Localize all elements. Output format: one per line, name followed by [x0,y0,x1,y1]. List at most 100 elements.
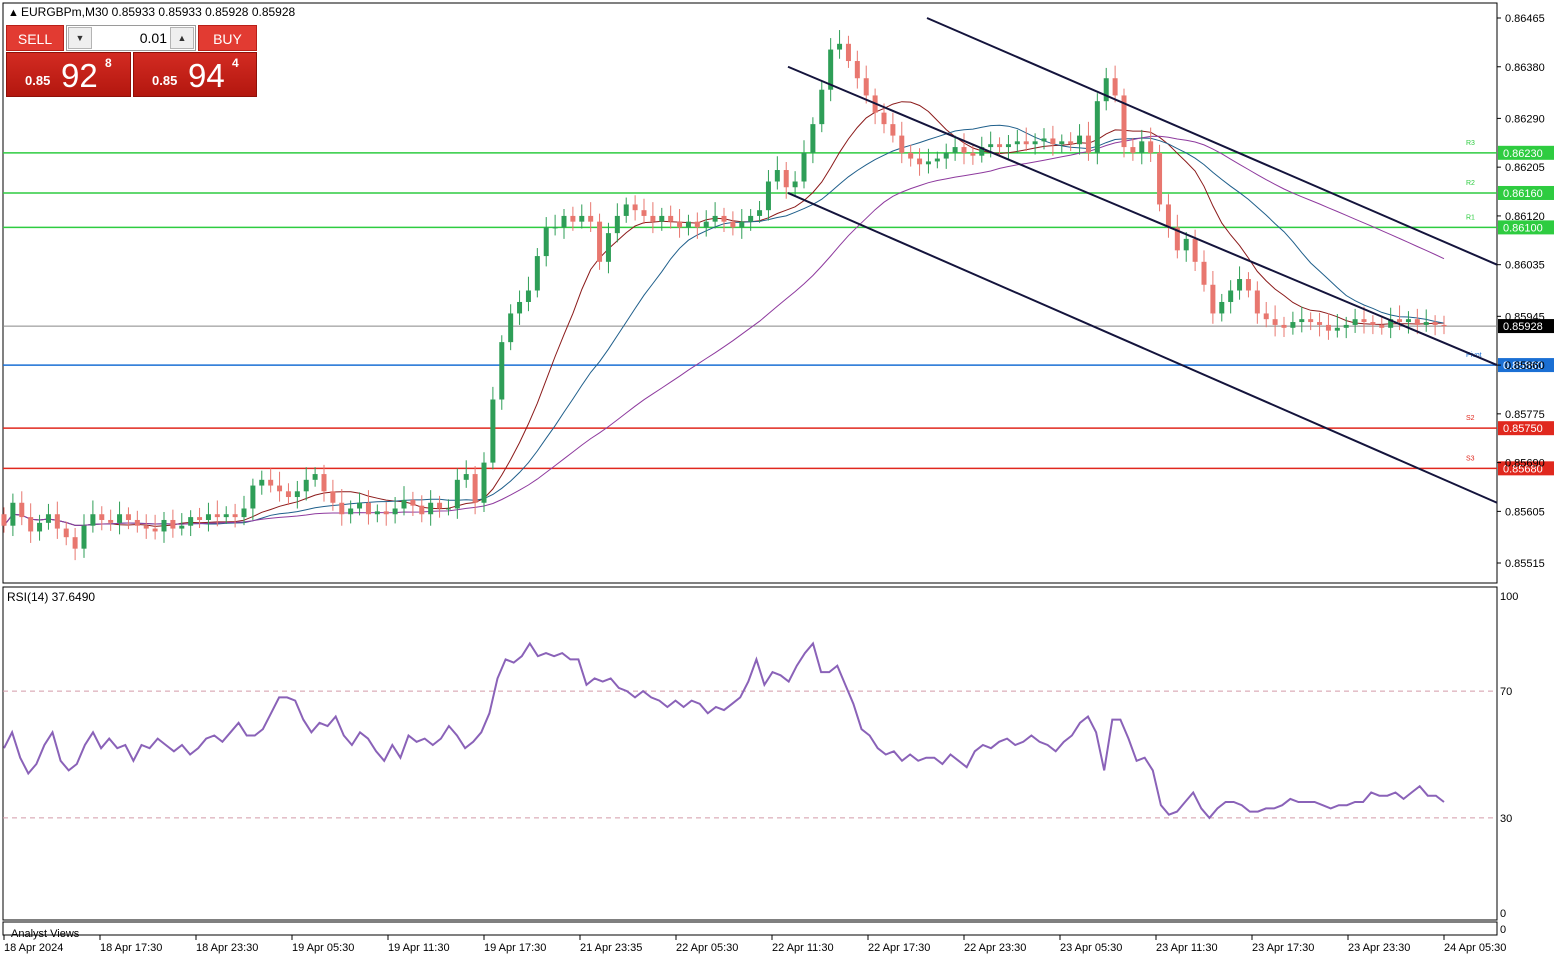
candle-body [685,221,691,228]
time-tick-label: 18 Apr 17:30 [100,942,162,954]
sell-price-button[interactable]: 0.85 92 8 [6,52,131,97]
candle-body [508,313,514,343]
buy-button[interactable]: BUY [198,25,257,51]
time-tick-label: 22 Apr 05:30 [676,942,738,954]
candle-body [561,215,567,228]
candle-body [365,502,371,515]
candle-body [1210,284,1216,314]
rsi-level-label: 30 [1500,813,1512,825]
candle-body [899,135,905,153]
symbol-arrow-icon[interactable]: ▲ [8,7,19,19]
time-axis: 18 Apr 2024 18 Apr 17:30 18 Apr 23:30 19 Ap… [3,935,1506,954]
candle-body [312,474,318,480]
time-tick-label: 22 Apr 11:30 [772,942,834,954]
candle-body [72,537,78,549]
candle-body [748,215,754,222]
time-tick-label: 19 Apr 17:30 [484,942,546,954]
level-price-label: 0.85750 [1503,423,1543,435]
candle-body [579,215,585,222]
candle-body [499,342,505,400]
lot-size-field[interactable]: ▼ 0.01 ▲ [66,25,196,51]
candle-body [1059,141,1065,145]
candle-body [881,112,887,125]
price-axis: 0.86465 0.86380 0.86290 0.86205 0.86120 0.860… [1497,13,1545,570]
rsi-pane-frame [2,586,1498,921]
candle-body [259,479,265,486]
candle-body [99,514,105,520]
candle-body [1050,138,1056,145]
candle-body [934,158,940,162]
buy-price-button[interactable]: 0.85 94 4 [133,52,257,97]
candle-body [19,502,25,518]
candle-body [1032,141,1038,145]
candle-body [223,514,229,518]
candle-body [588,215,594,222]
candle-body [694,221,700,228]
time-tick-label: 18 Apr 2024 [4,942,63,954]
candle-body [1219,301,1225,314]
candle-body [419,505,425,515]
candle-body [1290,322,1296,328]
candle-body [481,462,487,503]
candle-body [1103,78,1109,102]
candle-body [801,152,807,182]
candle-body [810,124,816,153]
candle-body [54,514,60,529]
candle-body [1405,319,1411,323]
sell-button[interactable]: SELL [6,25,64,51]
candle-body [152,528,158,532]
candle-body [730,221,736,228]
lot-decrease-icon[interactable]: ▼ [68,27,92,49]
level-tag: R1 [1466,214,1475,221]
candle-body [392,508,398,515]
ma-mid-line[interactable] [3,124,1445,527]
candle-body [1254,290,1260,314]
candle-body [214,514,220,518]
candle-body [774,170,780,182]
candle-body [1245,279,1251,291]
candle-body [854,61,860,79]
time-tick-label: 24 Apr 05:30 [1444,942,1506,954]
candle-body [765,181,771,211]
candle-body [1139,141,1145,153]
moving-averages [3,101,1445,527]
candle-body [837,43,843,50]
time-tick-label: 21 Apr 23:35 [580,942,642,954]
candle-body [1192,238,1198,262]
ma-fast-line[interactable] [3,101,1445,527]
candle-body [623,204,629,216]
lot-size-value[interactable]: 0.01 [140,26,167,50]
candle-body [1023,141,1029,145]
candle-body [197,517,203,520]
one-click-trading-panel[interactable]: SELL ▼ 0.01 ▲ BUY 0.85 92 8 0.85 94 4 [6,25,257,97]
candle-body [179,525,185,529]
trend-channel[interactable] [787,17,1498,504]
candle-body [1130,147,1136,153]
candle-body [410,499,416,506]
candle-body [1068,141,1074,145]
candle-body [339,502,345,515]
candle-body [943,152,949,159]
buy-price-prefix: 0.85 [152,73,178,88]
price-tick-label: 0.85515 [1505,558,1545,570]
candle-body [463,474,469,480]
candle-body [534,256,540,291]
candles[interactable] [1,30,1447,561]
rsi-level-label: 100 [1500,591,1518,603]
candle-body [552,227,558,229]
candle-body [374,511,380,515]
channel-lower-line[interactable] [787,192,1498,504]
candle-body [1370,322,1376,325]
ma-slow-line[interactable] [3,135,1445,527]
trading-chart[interactable]: 0.86230R30.86160R20.86100R10.85860Pivot0… [0,0,1560,960]
candle-body [597,221,603,262]
candle-body [1041,138,1047,142]
lot-increase-icon[interactable]: ▲ [170,27,194,49]
candle-body [1157,152,1163,205]
candle-body [925,161,931,165]
level-tag: S3 [1466,455,1475,462]
time-tick-label: 23 Apr 23:30 [1348,942,1410,954]
candle-body [401,499,407,509]
rsi-line[interactable] [3,641,1445,820]
candle-body [1,514,7,526]
